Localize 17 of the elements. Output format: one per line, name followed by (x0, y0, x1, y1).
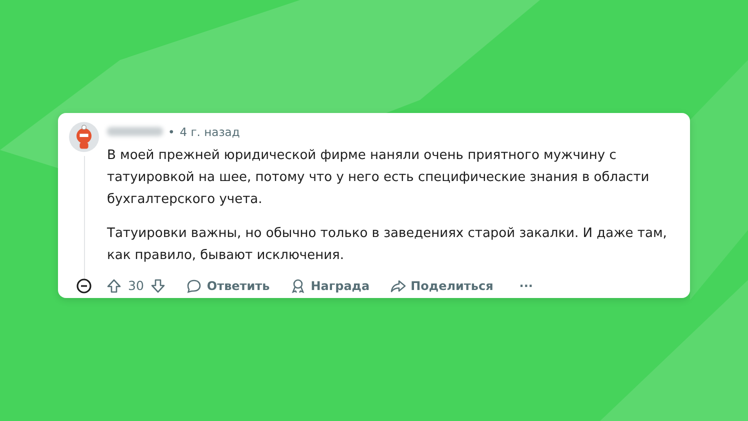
downvote-icon[interactable] (150, 278, 166, 294)
share-arrow-icon (390, 278, 406, 294)
award-button[interactable]: Награда (290, 278, 370, 294)
reply-button[interactable]: Ответить (186, 278, 270, 294)
share-button[interactable]: Поделиться (390, 278, 494, 294)
award-icon (290, 278, 306, 294)
comment-paragraph: В моей прежней юридической фирме наняли очень приятного мужчину с татуировкой на шее, потому что у него есть специфические знания в области бухгалтерского учета. (107, 146, 650, 208)
blurred-username (107, 127, 163, 136)
avatar-icon (69, 122, 99, 152)
comment-time: 4 г. назад (180, 124, 240, 138)
collapse-icon[interactable] (76, 278, 92, 294)
more-options-button[interactable]: ··· (519, 278, 533, 292)
vote-count: 30 (128, 278, 144, 293)
speech-bubble-icon (186, 278, 202, 294)
separator-dot: • (168, 124, 175, 138)
upvote-icon[interactable] (106, 278, 122, 294)
comment-paragraph: Татуировки важны, но обычно только в заведениях старой закалки. И даже там, как правило, бывают исключения. (107, 224, 668, 264)
